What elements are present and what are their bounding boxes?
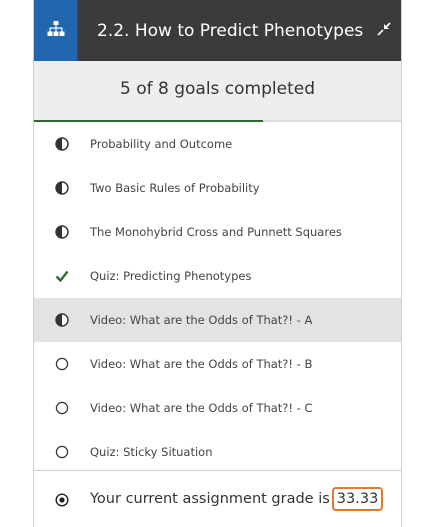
target-circle-icon: [55, 492, 69, 507]
half-circle-icon: [55, 181, 69, 195]
goal-label: Quiz: Predicting Phenotypes: [90, 269, 252, 283]
collapse-button[interactable]: [367, 0, 401, 61]
goal-label: The Monohybrid Cross and Punnett Squares: [90, 225, 342, 239]
list-item[interactable]: Video: What are the Odds of That?! - B: [34, 342, 401, 386]
list-item[interactable]: Video: What are the Odds of That?! - C: [34, 386, 401, 430]
empty-circle-icon: [55, 445, 69, 459]
half-circle-icon: [55, 313, 69, 327]
progress-label: 5 of 8 goals completed: [119, 79, 316, 99]
assignment-grade: Your current assignment grade is 33.33: [34, 470, 401, 527]
goals-list: Probability and Outcome Two Basic Rules …: [34, 122, 401, 474]
goal-label: Video: What are the Odds of That?! - A: [90, 313, 313, 327]
list-item[interactable]: Quiz: Sticky Situation: [34, 430, 401, 474]
half-circle-icon: [55, 137, 69, 151]
list-item[interactable]: Two Basic Rules of Probability: [34, 166, 401, 210]
hierarchy-button[interactable]: [34, 0, 78, 61]
list-item[interactable]: Quiz: Predicting Phenotypes: [34, 254, 401, 298]
goal-label: Video: What are the Odds of That?! - B: [90, 357, 313, 371]
goals-panel: 2.2. How to Predict Phenotypes 5 of 8 go…: [33, 0, 402, 527]
goal-label: Two Basic Rules of Probability: [90, 181, 260, 195]
half-circle-icon: [55, 225, 69, 239]
list-item[interactable]: The Monohybrid Cross and Punnett Squares: [34, 210, 401, 254]
collapse-arrows-icon: [377, 21, 391, 40]
list-item[interactable]: Probability and Outcome: [34, 122, 401, 166]
goal-label: Quiz: Sticky Situation: [90, 445, 213, 459]
grade-text: Your current assignment grade is 33.33: [90, 487, 384, 511]
goals-progress: 5 of 8 goals completed: [34, 61, 401, 122]
checkmark-icon: [55, 269, 69, 283]
goal-label: Video: What are the Odds of That?! - C: [90, 401, 313, 415]
panel-header: 2.2. How to Predict Phenotypes: [34, 0, 401, 61]
list-item-active[interactable]: Video: What are the Odds of That?! - A: [34, 298, 401, 342]
panel-title: 2.2. How to Predict Phenotypes: [97, 20, 364, 41]
sitemap-icon: [47, 20, 65, 41]
grade-prefix: Your current assignment grade is: [90, 491, 330, 507]
empty-circle-icon: [55, 357, 69, 371]
goal-label: Probability and Outcome: [90, 137, 233, 151]
empty-circle-icon: [55, 401, 69, 415]
grade-value: 33.33: [331, 487, 384, 511]
